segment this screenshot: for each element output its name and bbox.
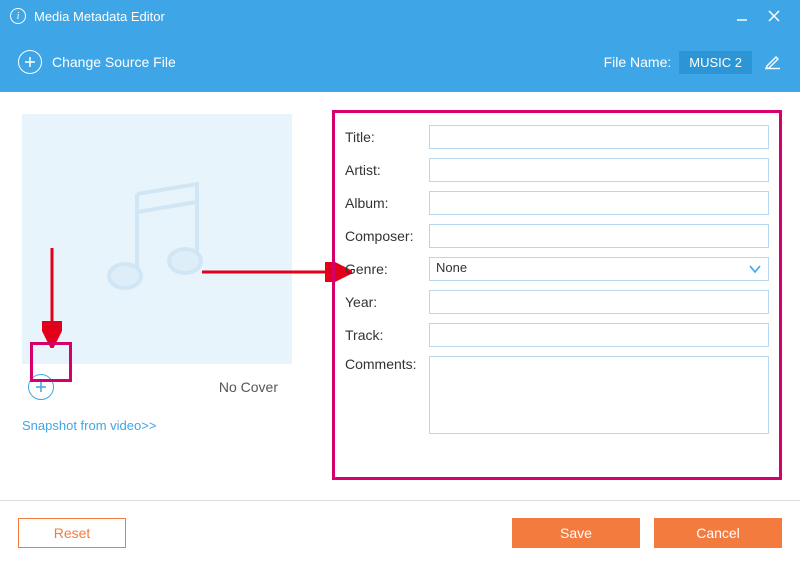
comments-input[interactable] bbox=[429, 356, 769, 434]
genre-label: Genre: bbox=[345, 261, 429, 277]
cover-status: No Cover bbox=[219, 379, 278, 395]
save-button[interactable]: Save bbox=[512, 518, 640, 548]
titlebar: i Media Metadata Editor bbox=[0, 0, 800, 32]
main: No Cover Snapshot from video>> Title: Ar… bbox=[0, 92, 800, 500]
album-label: Album: bbox=[345, 195, 429, 211]
metadata-form: Title: Artist: Album: Composer: Genre: N… bbox=[332, 110, 782, 480]
album-input[interactable] bbox=[429, 191, 769, 215]
artist-input[interactable] bbox=[429, 158, 769, 182]
genre-select[interactable]: None bbox=[429, 257, 769, 281]
filename-label: File Name: bbox=[604, 54, 672, 70]
edit-filename-icon[interactable] bbox=[764, 52, 782, 73]
title-label: Title: bbox=[345, 129, 429, 145]
cover-actions: No Cover bbox=[22, 364, 292, 408]
year-label: Year: bbox=[345, 294, 429, 310]
chevron-down-icon bbox=[749, 264, 761, 274]
toolbar: Change Source File File Name: MUSIC 2 bbox=[0, 32, 800, 92]
filename-input[interactable]: MUSIC 2 bbox=[679, 51, 752, 74]
track-label: Track: bbox=[345, 327, 429, 343]
info-icon: i bbox=[10, 8, 26, 24]
change-source-icon[interactable] bbox=[18, 50, 42, 74]
cover-preview bbox=[22, 114, 292, 364]
close-button[interactable] bbox=[758, 0, 790, 32]
year-input[interactable] bbox=[429, 290, 769, 314]
minimize-button[interactable] bbox=[726, 0, 758, 32]
title-input[interactable] bbox=[429, 125, 769, 149]
reset-button[interactable]: Reset bbox=[18, 518, 126, 548]
artist-label: Artist: bbox=[345, 162, 429, 178]
snapshot-link[interactable]: Snapshot from video>> bbox=[22, 418, 322, 433]
composer-input[interactable] bbox=[429, 224, 769, 248]
window-title: Media Metadata Editor bbox=[34, 9, 165, 24]
cover-panel: No Cover Snapshot from video>> bbox=[22, 110, 322, 490]
comments-label: Comments: bbox=[345, 356, 429, 372]
cancel-button[interactable]: Cancel bbox=[654, 518, 782, 548]
track-input[interactable] bbox=[429, 323, 769, 347]
music-note-icon bbox=[82, 164, 232, 314]
add-cover-button[interactable] bbox=[28, 374, 54, 400]
change-source-button[interactable]: Change Source File bbox=[52, 54, 176, 70]
footer: Reset Save Cancel bbox=[0, 500, 800, 564]
metadata-form-panel: Title: Artist: Album: Composer: Genre: N… bbox=[322, 110, 790, 490]
composer-label: Composer: bbox=[345, 228, 429, 244]
